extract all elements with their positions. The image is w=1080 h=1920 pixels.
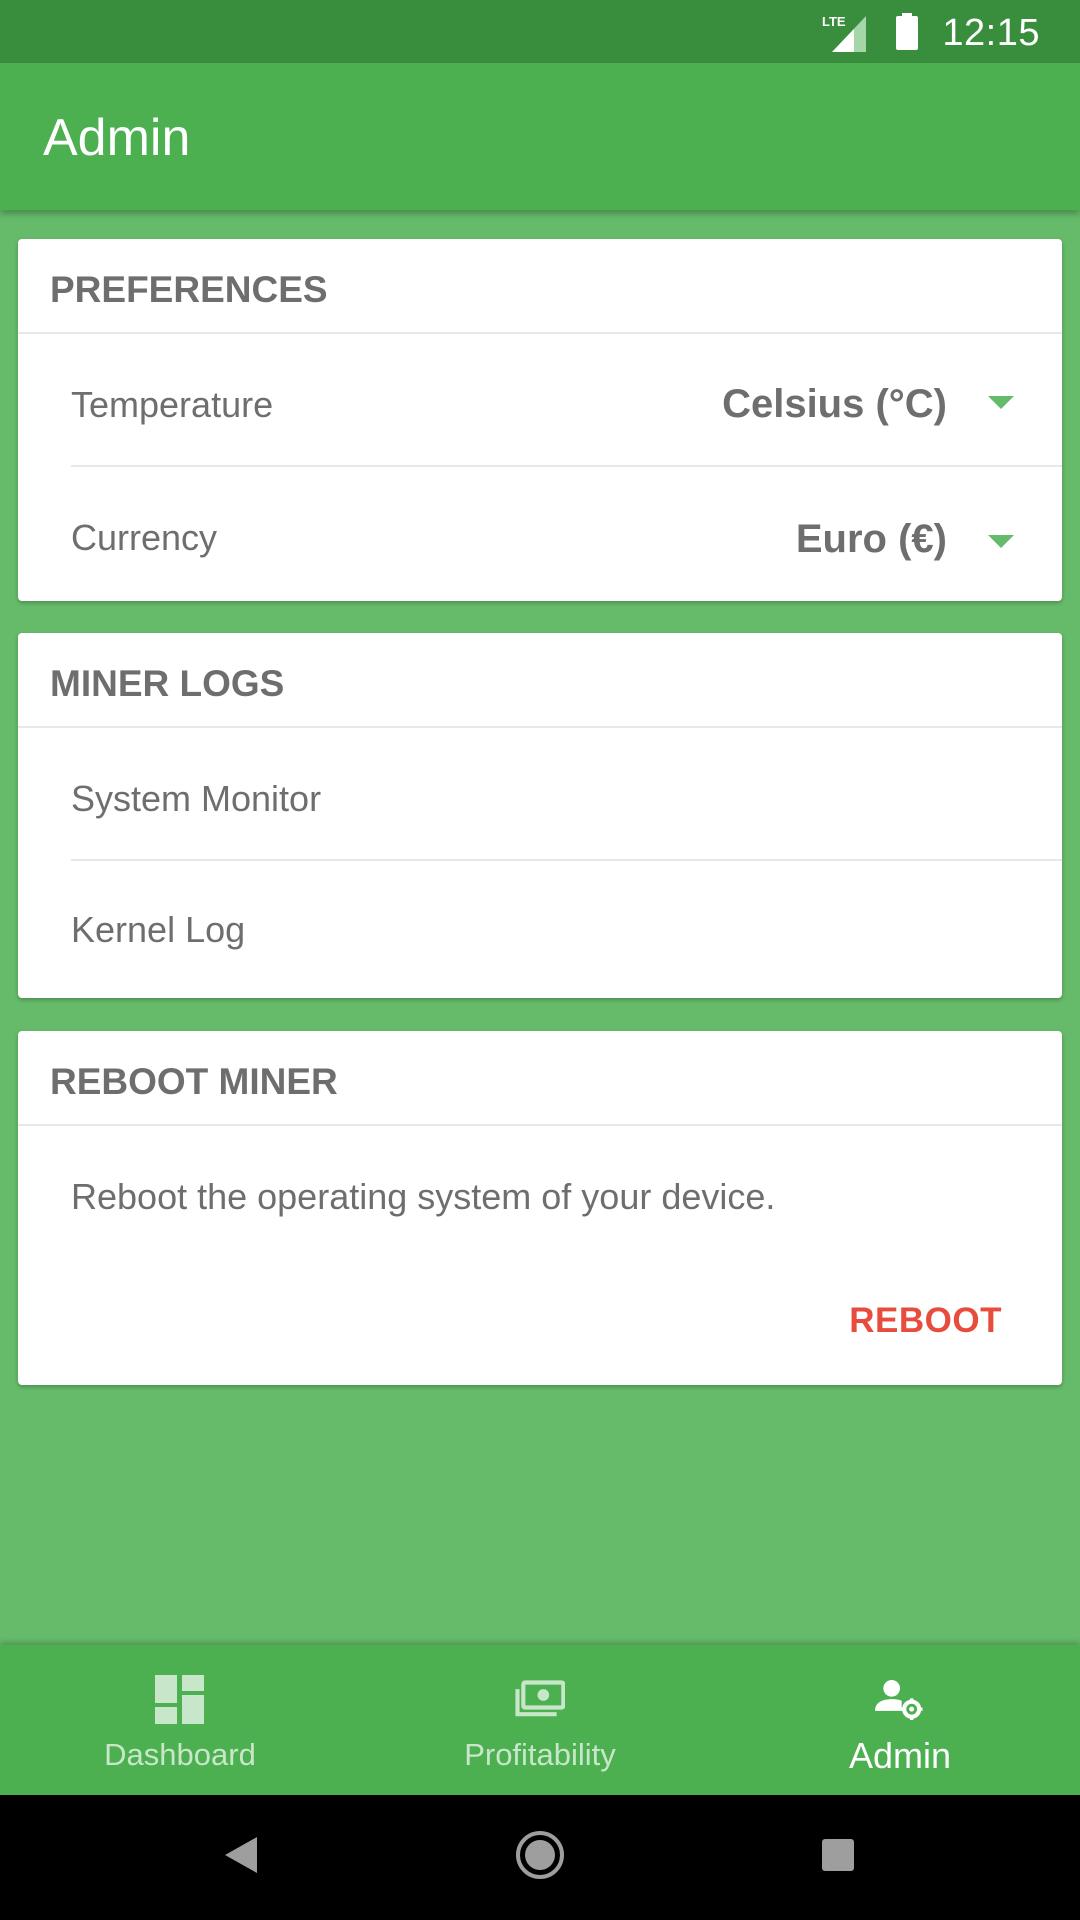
bottom-navigation: Dashboard Profitability Admin xyxy=(0,1645,1080,1795)
status-bar: LTE 12:15 xyxy=(0,0,1080,63)
lte-signal-icon: LTE xyxy=(822,14,866,52)
system-monitor-label: System Monitor xyxy=(71,778,322,819)
dropdown-arrow-icon[interactable] xyxy=(988,535,1014,548)
preferences-card: PREFERENCES Temperature Celsius (°C) Cur… xyxy=(18,239,1062,601)
currency-select[interactable]: Euro (€) xyxy=(796,517,947,562)
reboot-button[interactable]: REBOOT xyxy=(849,1301,1002,1341)
preferences-header: PREFERENCES xyxy=(18,239,1062,334)
temperature-label: Temperature xyxy=(71,384,274,425)
log-item-system-monitor[interactable]: System Monitor xyxy=(18,728,1062,861)
miner-logs-card: MINER LOGS System Monitor Kernel Log xyxy=(18,633,1062,998)
currency-label: Currency xyxy=(71,517,218,558)
home-icon[interactable] xyxy=(515,1830,565,1880)
nav-dashboard-label: Dashboard xyxy=(104,1737,256,1772)
temperature-row[interactable]: Temperature Celsius (°C) xyxy=(18,334,1062,467)
reboot-card: REBOOT MINER Reboot the operating system… xyxy=(18,1031,1062,1385)
dashboard-icon xyxy=(155,1675,204,1724)
nav-profitability-label: Profitability xyxy=(464,1737,616,1772)
recents-icon[interactable] xyxy=(822,1839,854,1871)
nav-admin[interactable]: Admin xyxy=(720,1645,1080,1795)
log-item-kernel-log[interactable]: Kernel Log xyxy=(18,861,1062,994)
page-title: Admin xyxy=(43,109,191,167)
back-icon[interactable] xyxy=(225,1837,257,1873)
miner-logs-title: MINER LOGS xyxy=(50,663,285,704)
preferences-title: PREFERENCES xyxy=(50,269,328,310)
admin-settings-icon xyxy=(875,1680,923,1720)
kernel-log-label: Kernel Log xyxy=(71,909,246,950)
dropdown-arrow-icon[interactable] xyxy=(988,396,1014,409)
status-time: 12:15 xyxy=(942,12,1040,54)
nav-admin-label: Admin xyxy=(848,1735,952,1776)
app-bar: Admin xyxy=(0,63,1080,210)
svg-text:LTE: LTE xyxy=(822,14,846,29)
miner-logs-header: MINER LOGS xyxy=(18,633,1062,728)
temperature-select[interactable]: Celsius (°C) xyxy=(722,382,947,427)
reboot-header: REBOOT MINER xyxy=(18,1031,1062,1126)
money-icon xyxy=(515,1680,565,1717)
currency-row[interactable]: Currency Euro (€) xyxy=(18,467,1062,600)
reboot-title: REBOOT MINER xyxy=(50,1061,338,1102)
nav-dashboard[interactable]: Dashboard xyxy=(0,1645,360,1795)
nav-profitability[interactable]: Profitability xyxy=(360,1645,720,1795)
reboot-description: Reboot the operating system of your devi… xyxy=(71,1176,776,1217)
system-navigation-bar xyxy=(0,1795,1080,1920)
battery-icon xyxy=(896,13,918,50)
